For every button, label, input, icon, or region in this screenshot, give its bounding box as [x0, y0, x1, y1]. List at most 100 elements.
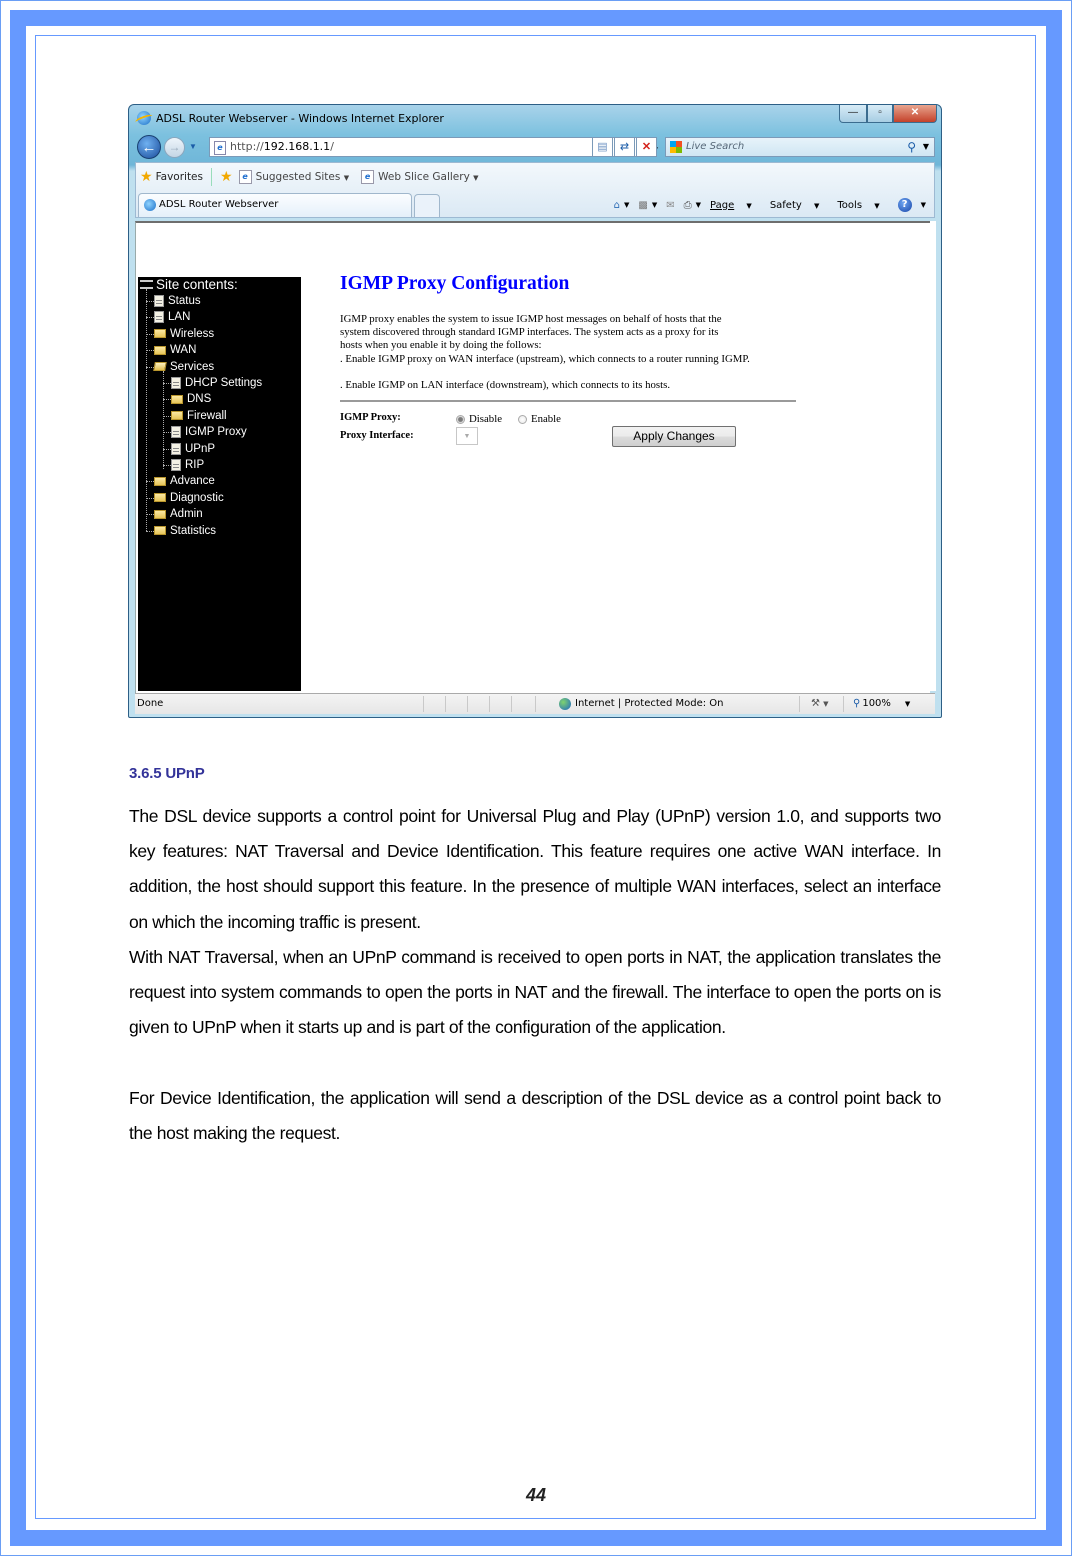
- maximize-button[interactable]: ▫: [867, 105, 893, 123]
- add-to-favorites-icon[interactable]: ★: [220, 169, 233, 185]
- feeds-icon[interactable]: ▩: [638, 200, 647, 211]
- tree-item-rip[interactable]: RIP: [171, 457, 204, 473]
- feeds-dropdown[interactable]: ▼: [652, 201, 657, 209]
- home-dropdown[interactable]: ▼: [624, 201, 629, 209]
- radio-selected-icon: [456, 414, 465, 424]
- tree-item-label: LAN: [168, 311, 191, 324]
- security-zone[interactable]: Internet | Protected Mode: On: [559, 694, 723, 714]
- zoom-magnifier-icon: ⚲: [853, 698, 861, 709]
- tree-item-dhcp-settings[interactable]: DHCP Settings: [171, 375, 262, 391]
- folder-icon: [171, 411, 183, 421]
- refresh-button[interactable]: ⇄: [614, 137, 635, 157]
- safety-menu[interactable]: Safety ▼: [761, 200, 820, 211]
- favorites-star-icon: ★: [140, 169, 153, 185]
- print-icon[interactable]: ⎙: [684, 200, 692, 211]
- browser-tab-active[interactable]: ADSL Router Webserver: [138, 193, 412, 217]
- page-number: 44: [525, 1485, 547, 1505]
- tree-guide-line: [163, 432, 171, 434]
- search-icon[interactable]: ⚲: [907, 138, 916, 156]
- tree-item-label: Wireless: [170, 327, 215, 340]
- tree-guide-line: [146, 350, 154, 352]
- print-dropdown[interactable]: ▼: [696, 201, 701, 209]
- address-bar[interactable]: e http://192.168.1.1/ ▼: [209, 137, 658, 157]
- zoom-level-control[interactable]: ⚲ 100% ▼: [853, 694, 910, 714]
- web-slice-gallery-link[interactable]: Web Slice Gallery ▼: [378, 171, 478, 183]
- tree-guide-line: [146, 333, 154, 335]
- window-title: ADSL Router Webserver - Windows Internet…: [156, 111, 444, 125]
- tree-guide-line: [163, 399, 171, 401]
- description-line: IGMP proxy enables the system to issue I…: [340, 313, 722, 325]
- navigation-row: ← → ▼ e http://192.168.1.1/ ▼ ▤ ⇄ ✕ Live…: [137, 134, 935, 160]
- tools-menu[interactable]: Tools ▼: [828, 200, 879, 211]
- minimize-button[interactable]: —: [839, 105, 867, 123]
- tree-item-upnp[interactable]: UPnP: [171, 441, 215, 457]
- tree-item-label: Admin: [170, 508, 203, 521]
- tree-item-diagnostic[interactable]: Diagnostic: [154, 490, 224, 506]
- tree-item-label: DHCP Settings: [185, 377, 263, 389]
- back-button[interactable]: ←: [137, 135, 161, 159]
- radio-enable-label: Enable: [531, 413, 561, 425]
- live-search-logo-icon: [670, 141, 682, 153]
- page-viewport: Site contents: Status LAN Wireless WAN Servi…: [135, 221, 930, 693]
- address-host: 192.168.1.1: [263, 140, 331, 153]
- tree-item-lan[interactable]: LAN: [154, 309, 190, 325]
- window-controls: — ▫ ✕: [839, 105, 937, 123]
- favorites-separator: [211, 168, 212, 186]
- tree-item-firewall[interactable]: Firewall: [171, 408, 227, 424]
- close-button[interactable]: ✕: [893, 105, 937, 123]
- address-buttons: ▤ ⇄ ✕: [591, 137, 657, 157]
- search-options-dropdown[interactable]: ▼: [923, 138, 929, 156]
- vertical-scrollbar[interactable]: [930, 221, 936, 691]
- read-mail-icon[interactable]: ✉: [666, 200, 674, 211]
- folder-icon: [154, 493, 166, 503]
- compatibility-view-button[interactable]: ▤: [592, 137, 613, 157]
- tree-guide-line: [146, 514, 154, 516]
- tree-root-icon: [140, 280, 153, 289]
- ie-page-icon: e: [361, 170, 375, 184]
- page-icon: [171, 459, 181, 471]
- page-menu[interactable]: Page ▼: [710, 200, 752, 211]
- igmp-proxy-label: IGMP Proxy:: [340, 412, 401, 423]
- tree-item-dns[interactable]: DNS: [171, 391, 211, 407]
- new-tab-button[interactable]: [414, 194, 440, 217]
- radio-disable[interactable]: Disable: [456, 413, 502, 425]
- site-contents-header: Site contents:: [140, 277, 238, 292]
- proxy-interface-select[interactable]: ▼: [456, 427, 478, 445]
- radio-enable[interactable]: Enable: [518, 413, 561, 425]
- tree-item-label: UPnP: [185, 442, 216, 455]
- proxy-interface-label: Proxy Interface:: [340, 430, 414, 441]
- chevron-down-icon: ▼: [343, 174, 350, 182]
- protected-mode-icon[interactable]: ⚒ ▼: [811, 694, 829, 714]
- web-slice-gallery-label: Web Slice Gallery: [378, 171, 470, 183]
- help-menu[interactable]: ? ▼: [889, 198, 926, 212]
- search-box[interactable]: Live Search ⚲ ▼: [665, 137, 935, 157]
- tree-item-wireless[interactable]: Wireless: [154, 326, 214, 342]
- tree-guide-line: [146, 530, 154, 532]
- description-line: . Enable IGMP proxy on WAN interface (up…: [340, 352, 750, 365]
- tree-guide-line: [163, 465, 171, 466]
- ie-logo-icon: [137, 111, 151, 125]
- tree-item-advance[interactable]: Advance: [154, 473, 215, 489]
- tree-item-igmp-proxy[interactable]: IGMP Proxy: [171, 424, 247, 440]
- ie-page-icon: e: [214, 141, 226, 155]
- stop-button[interactable]: ✕: [636, 137, 657, 157]
- tree-item-admin[interactable]: Admin: [154, 506, 203, 522]
- tree-item-label: Statistics: [170, 524, 217, 537]
- page-icon: [171, 426, 181, 439]
- home-icon[interactable]: ⌂: [614, 200, 620, 211]
- forward-button[interactable]: →: [164, 137, 185, 158]
- site-contents-title: Site contents:: [156, 277, 238, 292]
- ie-page-icon: e: [238, 170, 252, 184]
- tree-item-wan[interactable]: WAN: [154, 342, 196, 358]
- tree-item-statistics[interactable]: Statistics: [154, 523, 216, 539]
- recent-pages-dropdown[interactable]: ▼: [189, 142, 197, 151]
- refresh-icon: ⇄: [619, 141, 630, 153]
- zoom-level: 100%: [862, 698, 891, 709]
- tree-item-services[interactable]: Services: [153, 359, 214, 375]
- description-line: hosts when you enable it by doing the fo…: [340, 339, 542, 352]
- suggested-sites-link[interactable]: Suggested Sites ▼: [256, 171, 350, 183]
- tree-guide-line: [146, 317, 154, 319]
- apply-changes-button[interactable]: Apply Changes: [612, 426, 736, 447]
- favorites-button[interactable]: Favorites: [156, 171, 203, 183]
- tree-item-status[interactable]: Status: [154, 293, 201, 309]
